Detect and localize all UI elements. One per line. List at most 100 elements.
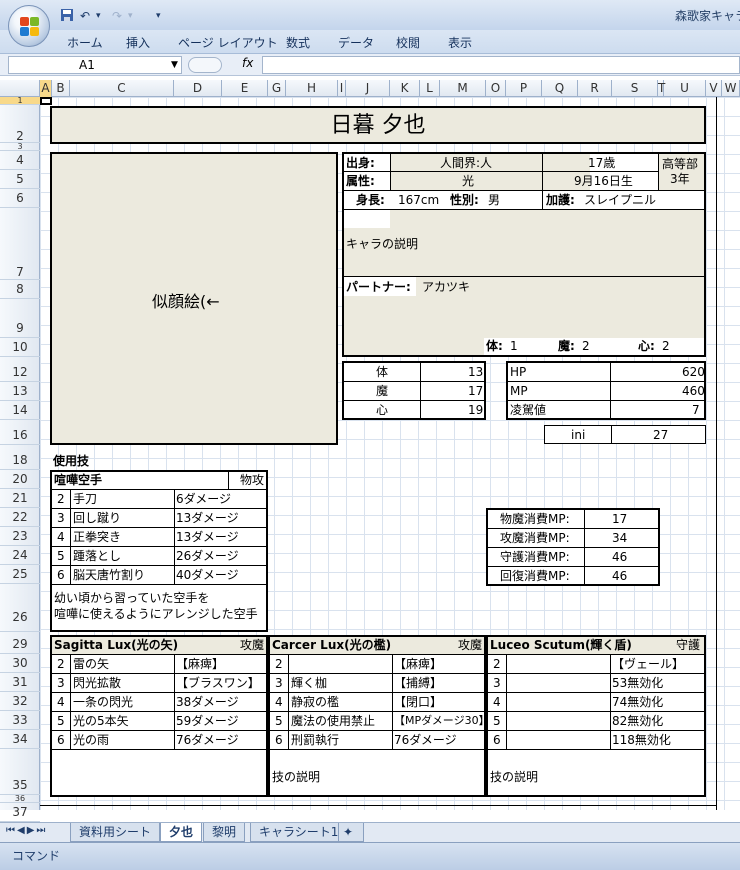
row-header[interactable]: 32 [0,692,40,711]
skill-carcer-table: Carcer Lux(光の檻) 攻魔 2 【麻痺】 3 輝く枷 【捕縛】 4 静… [268,635,490,797]
select-all-corner[interactable] [0,80,40,97]
skill-level: 5 [57,549,65,563]
row-header[interactable]: 22 [0,508,40,527]
row-header[interactable]: 35 [0,749,40,795]
stat-value: 17 [468,384,484,398]
tab-insert[interactable]: 挿入 [126,34,150,51]
active-cell[interactable] [40,97,52,105]
column-header[interactable]: G [268,80,286,97]
column-header[interactable]: A [40,80,52,97]
column-header[interactable]: U [664,80,706,97]
row-header[interactable]: 18 [0,451,40,470]
skill-level: 4 [493,695,501,709]
row-header[interactable]: 13 [0,382,40,401]
tab-review[interactable]: 校閲 [396,34,420,51]
sheet-tab[interactable]: 資料用シート [70,823,161,842]
school-value: 高等部 [662,157,699,171]
row-header[interactable]: 36 [0,795,40,803]
redo-dropdown-icon[interactable]: ▾ [128,8,133,24]
name-box-dropdown-icon[interactable]: ▼ [171,57,178,73]
title-bar: ↶ ▾ ↷ ▾ ▾ 森歌家キャラ [0,0,740,30]
mp-cost-label: 守護消費MP: [500,550,570,564]
row-header[interactable]: 20 [0,470,40,489]
column-header[interactable]: O [486,80,506,97]
sheet-nav-arrows-icon[interactable]: ⏮◀▶⏭ [6,825,47,836]
row-header[interactable]: 8 [0,280,40,299]
column-header[interactable]: W [722,80,740,97]
formula-bar-splitter[interactable] [188,57,222,73]
column-header[interactable]: V [706,80,722,97]
resource-label: 凌駕値 [510,403,547,417]
column-header[interactable]: S [612,80,658,97]
column-header[interactable]: Q [542,80,578,97]
row-header[interactable]: 1 [0,97,40,105]
sheet-tab[interactable]: 黎明 [203,823,246,842]
tab-data[interactable]: データ [338,34,374,51]
row-header[interactable]: 37 [0,803,40,822]
age-value: 17歳 [588,156,616,170]
name-box[interactable]: A1 ▼ [8,56,182,74]
skill-kenka-table: 喧嘩空手 物攻 2 手刀 6ダメージ 3 回し蹴り 13ダメージ 4 正拳突き … [50,470,268,632]
tab-formulas[interactable]: 数式 [286,34,310,51]
row-header[interactable]: 14 [0,401,40,420]
row-header[interactable]: 3 [0,143,40,151]
customize-toolbar-icon[interactable]: ▾ [156,8,161,24]
office-logo-icon [20,17,40,37]
row-header[interactable]: 24 [0,546,40,565]
row-header[interactable]: 9 [0,299,40,338]
insert-sheet-icon[interactable]: ✦ [338,823,364,842]
tab-home[interactable]: ホーム [67,34,103,51]
column-header[interactable]: C [70,80,174,97]
row-header[interactable]: 5 [0,170,40,189]
tab-view[interactable]: 表示 [448,34,472,51]
sheet-tab[interactable]: キャラシート1 [250,823,348,842]
row-header[interactable]: 4 [0,151,40,170]
skill-name: 喧嘩空手 [54,473,103,487]
row-header[interactable]: 33 [0,711,40,730]
row-header[interactable]: 12 [0,363,40,382]
column-header[interactable]: H [286,80,338,97]
skill-effect: 【MPダメージ30】 [394,714,490,727]
undo-dropdown-icon[interactable]: ▾ [96,8,101,24]
column-header[interactable]: J [346,80,390,97]
column-header[interactable]: D [174,80,222,97]
skill-move: 一条の閃光 [73,695,134,709]
stats-table: 体 13 魔 17 心 19 [342,361,486,420]
column-header[interactable]: M [440,80,486,97]
formula-input[interactable] [262,56,740,74]
skill-effect: 【麻痺】 [176,657,225,671]
insert-function-icon[interactable]: fx [242,56,253,70]
column-header[interactable]: E [222,80,268,97]
row-header[interactable]: 26 [0,584,40,632]
column-header[interactable]: B [52,80,70,97]
worksheet-grid[interactable]: 日暮 夕也 似顔絵(← 出身: 人間界:人 17歳 高等部 3年 属性: 光 9… [40,97,740,810]
row-header[interactable]: 34 [0,730,40,749]
row-header[interactable]: 10 [0,338,40,357]
skill-effect: 26ダメージ [176,549,239,563]
tab-page-layout[interactable]: ページ レイアウト [178,34,278,51]
column-header[interactable]: I [338,80,346,97]
skill-level: 4 [57,695,65,709]
row-header[interactable]: 31 [0,673,40,692]
skill-effect: 118無効化 [612,733,671,747]
row-header[interactable]: 25 [0,565,40,584]
skill-level: 6 [493,733,501,747]
row-header[interactable]: 16 [0,426,40,445]
column-header[interactable]: L [420,80,440,97]
save-icon[interactable] [60,8,74,24]
row-header[interactable]: 23 [0,527,40,546]
row-header[interactable]: 30 [0,654,40,673]
column-header[interactable]: R [578,80,612,97]
row-header[interactable]: 6 [0,189,40,208]
row-header[interactable]: 7 [0,208,40,280]
redo-icon[interactable]: ↷ [112,8,122,24]
sheet-tab-active[interactable]: 夕也 [160,823,203,842]
ribbon-tabs: ホーム 挿入 ページ レイアウト 数式 データ 校閲 表示 [0,30,740,54]
row-header[interactable]: 29 [0,635,40,654]
row-header[interactable]: 2 [0,105,40,143]
column-header[interactable]: K [390,80,420,97]
row-header[interactable]: 21 [0,489,40,508]
office-button[interactable] [8,5,50,47]
undo-icon[interactable]: ↶ [80,8,90,24]
column-header[interactable]: P [506,80,542,97]
